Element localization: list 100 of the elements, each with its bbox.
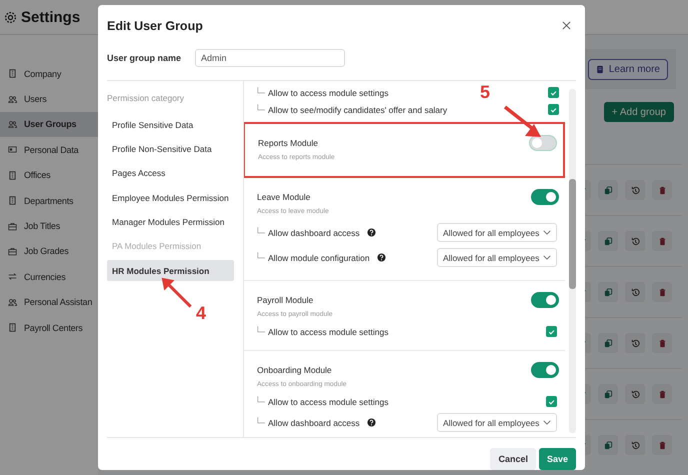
- trash-icon: [658, 186, 666, 194]
- sidebar-item[interactable]: Departments: [0, 188, 98, 214]
- sidebar-item[interactable]: Job Titles: [0, 213, 98, 239]
- toggle-switch[interactable]: [529, 135, 557, 151]
- learn-more-button[interactable]: Learn more: [588, 58, 668, 80]
- copy-button[interactable]: [598, 435, 618, 455]
- category-item[interactable]: Profile Sensitive Data: [107, 114, 234, 135]
- page-title: Settings: [21, 8, 80, 26]
- briefcase-icon: [8, 222, 17, 231]
- sidebar-item[interactable]: Payroll Centers: [0, 314, 98, 340]
- help-icon[interactable]: [366, 418, 376, 427]
- dialog-title: Edit User Group: [107, 18, 203, 33]
- category-item[interactable]: Manager Modules Permission: [107, 212, 234, 233]
- category-item[interactable]: Profile Non-Sensitive Data: [107, 138, 234, 160]
- delete-button[interactable]: [652, 231, 672, 251]
- copy-button[interactable]: [598, 282, 618, 302]
- history-button[interactable]: [625, 231, 645, 251]
- group-name-field[interactable]: Admin: [195, 49, 346, 68]
- checkbox[interactable]: [548, 104, 559, 115]
- sidebar-item[interactable]: Personal Data: [0, 137, 98, 163]
- access-dropdown[interactable]: Allowed for all employees: [437, 248, 557, 267]
- help-icon[interactable]: [366, 228, 376, 237]
- copy-icon: [604, 338, 612, 348]
- close-icon[interactable]: [562, 21, 571, 30]
- cancel-button[interactable]: Cancel: [490, 448, 536, 470]
- history-icon: [630, 390, 640, 398]
- copy-icon: [604, 288, 612, 296]
- module-name: Reports Module: [258, 138, 318, 148]
- category-item[interactable]: Employee Modules Permission: [107, 187, 234, 208]
- permission-label: Allow dashboard access: [268, 228, 360, 238]
- tree-connector-icon: [257, 87, 265, 94]
- module-name: Leave Module: [257, 192, 310, 202]
- annotation-number: 5: [480, 82, 490, 103]
- annotation-number: 4: [196, 303, 206, 324]
- toggle-switch[interactable]: [531, 362, 559, 378]
- delete-button[interactable]: [652, 333, 672, 353]
- add-group-button[interactable]: + Add group: [604, 102, 674, 122]
- delete-button[interactable]: [652, 435, 672, 455]
- permission-label: Allow dashboard access: [268, 418, 360, 428]
- module-name: Payroll Module: [257, 295, 314, 305]
- trash-icon: [658, 338, 666, 348]
- history-button[interactable]: [625, 384, 645, 404]
- category-item[interactable]: Pages Access: [107, 162, 234, 184]
- sidebar-item[interactable]: Company: [0, 61, 98, 86]
- save-button[interactable]: Save: [538, 448, 576, 470]
- building-icon: [8, 69, 17, 78]
- delete-button[interactable]: [652, 282, 672, 302]
- history-button[interactable]: [625, 333, 645, 353]
- delete-button[interactable]: [652, 384, 672, 404]
- permission-label: Allow to access module settings: [268, 396, 388, 406]
- scrollbar-thumb[interactable]: [569, 179, 576, 289]
- copy-button[interactable]: [598, 231, 618, 251]
- swap-icon: [8, 272, 17, 282]
- sidebar-item[interactable]: Users: [0, 86, 98, 112]
- checkbox[interactable]: [548, 87, 559, 98]
- sidebar-item[interactable]: Personal Assistan: [0, 290, 98, 315]
- briefcase-icon: [8, 246, 17, 256]
- tree-connector-icon: [257, 104, 265, 111]
- history-button[interactable]: [625, 435, 645, 455]
- copy-button[interactable]: [598, 333, 618, 353]
- history-icon: [630, 338, 640, 348]
- field-label: User group name: [107, 53, 182, 64]
- users-icon: [8, 120, 17, 129]
- permission-label: Allow to see/modify candidates' offer and salary: [268, 104, 448, 114]
- checkbox[interactable]: [546, 396, 557, 407]
- toggle-switch[interactable]: [531, 292, 559, 308]
- history-button[interactable]: [625, 282, 645, 302]
- history-button[interactable]: [625, 180, 645, 200]
- building-icon: [8, 170, 17, 180]
- tree-connector-icon: [257, 326, 265, 333]
- history-icon: [630, 236, 640, 246]
- toggle-switch[interactable]: [531, 189, 559, 205]
- access-dropdown[interactable]: Allowed for all employees: [437, 413, 557, 432]
- delete-button[interactable]: [652, 180, 672, 200]
- sidebar-item[interactable]: Currencies: [0, 264, 98, 290]
- sidebar-item[interactable]: Offices: [0, 162, 98, 188]
- category-heading: Permission category: [107, 92, 186, 105]
- users-icon: [8, 298, 17, 307]
- users-icon: [8, 94, 17, 104]
- copy-button[interactable]: [598, 384, 618, 404]
- chevron-down-icon: [543, 420, 551, 425]
- sidebar-item[interactable]: User Groups: [0, 112, 98, 138]
- access-dropdown[interactable]: Allowed for all employees: [437, 223, 557, 242]
- tree-connector-icon: [257, 252, 265, 259]
- trash-icon: [658, 288, 666, 296]
- id-card-icon: [8, 145, 17, 154]
- help-icon[interactable]: [376, 253, 386, 262]
- building-icon: [8, 196, 17, 206]
- trash-icon: [658, 440, 666, 450]
- category-item[interactable]: HR Modules Permission: [107, 260, 234, 282]
- copy-button[interactable]: [598, 180, 618, 200]
- tree-connector-icon: [257, 417, 265, 424]
- permission-label: Allow to access module settings: [268, 326, 388, 336]
- checkbox[interactable]: [546, 326, 557, 337]
- permission-label: Allow module configuration: [268, 252, 370, 262]
- annotation-arrow: [160, 276, 194, 310]
- tree-connector-icon: [257, 227, 265, 234]
- tree-connector-icon: [257, 396, 265, 403]
- sidebar-item[interactable]: Job Grades: [0, 238, 98, 264]
- history-icon: [630, 186, 640, 194]
